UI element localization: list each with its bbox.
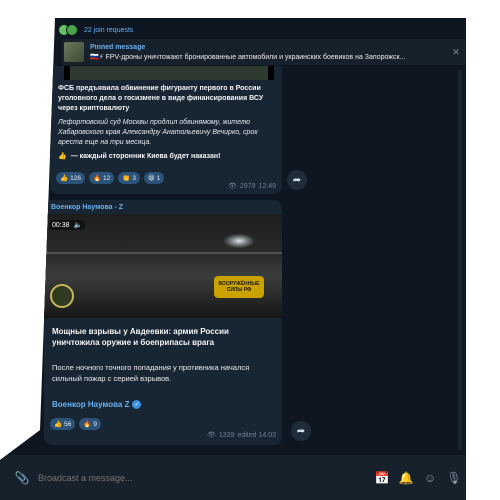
message-meta: 👁 1339 edited 14:03 — [206, 431, 276, 440]
join-requests-label: 22 join requests — [84, 26, 134, 34]
clap-icon: 👏 — [122, 175, 131, 182]
video-horizon — [44, 252, 282, 254]
message-italic-text: Лефортовский суд Москвы продлил обвинямо… — [58, 119, 258, 146]
schedule-icon[interactable]: 📅 — [370, 471, 394, 485]
reactions-bar: 👍 126 🔥 12 👏 3 😁 1 — [56, 172, 165, 184]
telegram-window: 22 join requests Pinned message 🇷🇺⚡ FPV-… — [0, 18, 466, 500]
reaction-thumbs-up[interactable]: 👍 126 — [56, 172, 85, 184]
close-icon[interactable]: ✕ — [446, 47, 466, 58]
speaker-icon[interactable]: 🔈 — [74, 221, 83, 229]
view-count: 1339 — [218, 431, 235, 439]
share-icon: ➦ — [296, 425, 306, 437]
message-body: После ночного точного попадания у против… — [52, 363, 250, 383]
reaction-grin[interactable]: 😁 1 — [144, 172, 165, 184]
thumbs-up-icon: 👍 — [58, 153, 67, 160]
message-input[interactable] — [38, 472, 370, 483]
pinned-text: 🇷🇺⚡ FPV-дроны уничтожают бронированные а… — [90, 53, 406, 61]
reaction-count: 56 — [64, 420, 72, 428]
message-image — [64, 66, 274, 80]
eye-icon: 👁 — [206, 432, 216, 439]
share-button[interactable]: ➦ — [287, 170, 307, 190]
message-cta: 👍 — каждый сторонник Киева будет наказан… — [58, 152, 221, 161]
armed-forces-logo: ВООРУЖЁННЫЕ СИЛЫ РФ — [214, 276, 264, 298]
message-signature[interactable]: Военкор Наумова Z ✓ — [52, 400, 142, 409]
microphone-icon[interactable]: 🎙 — [442, 471, 466, 485]
reactions-bar: 👍 56 🔥 9 — [50, 418, 102, 430]
grin-icon: 😁 — [148, 175, 155, 182]
signature-text: Военкор Наумова Z — [52, 400, 130, 409]
fire-icon: 🔥 — [92, 175, 102, 182]
message-bubble: Военкор Наумова - Z 00:38 🔈 ВООРУЖЁННЫЕ … — [44, 200, 282, 445]
video-player[interactable]: 00:38 🔈 ВООРУЖЁННЫЕ СИЛЫ РФ — [44, 214, 282, 318]
thumbs-up-icon: 👍 — [60, 175, 69, 182]
reaction-fire[interactable]: 🔥 12 — [88, 172, 115, 184]
message-time: 12:49 — [258, 182, 276, 190]
eye-icon: 👁 — [228, 183, 237, 190]
reaction-count: 1 — [156, 174, 161, 182]
bell-icon[interactable]: 🔔 — [394, 471, 418, 485]
message-bubble: ФСБ предъявила обвинение фигуранту перво… — [50, 66, 282, 194]
pinned-title: Pinned message — [90, 43, 146, 51]
reaction-count: 3 — [132, 174, 136, 182]
paperclip-icon[interactable]: 📎 — [12, 471, 32, 485]
emoji-icon[interactable]: ☺ — [418, 471, 442, 485]
join-requests-bar[interactable]: 22 join requests — [58, 22, 133, 38]
pinned-thumbnail — [64, 42, 84, 62]
pinned-message-bar[interactable]: Pinned message 🇷🇺⚡ FPV-дроны уничтожают … — [62, 39, 466, 65]
share-button[interactable]: ➦ — [291, 421, 311, 441]
explosion-glow — [224, 234, 254, 248]
scrollbar[interactable] — [458, 70, 462, 450]
message-meta: 👁 2979 12:49 — [228, 182, 276, 191]
video-duration: 00:38 🔈 — [49, 220, 86, 230]
message-edited-time: edited 14:03 — [237, 431, 276, 439]
fire-icon: 🔥 — [83, 421, 92, 428]
reaction-count: 9 — [93, 420, 98, 428]
message-bold-text: ФСБ предъявила обвинение фигуранту перво… — [58, 85, 264, 112]
view-count: 2979 — [239, 182, 256, 190]
message-composer: 📎 📅 🔔 ☺ 🎙 — [0, 455, 466, 500]
thumbs-up-icon: 👍 — [54, 421, 63, 428]
emblem-logo — [50, 284, 74, 308]
requester-avatars — [58, 24, 78, 36]
reaction-count: 126 — [70, 174, 81, 182]
reaction-count: 12 — [103, 174, 111, 182]
reaction-clap[interactable]: 👏 3 — [118, 172, 140, 184]
video-time: 00:38 — [52, 221, 70, 229]
share-icon: ➦ — [292, 174, 302, 186]
message-cta-text: — каждый сторонник Киева будет наказан! — [70, 152, 221, 160]
pinned-body: Pinned message 🇷🇺⚡ FPV-дроны уничтожают … — [90, 44, 446, 61]
reaction-thumbs-up[interactable]: 👍 56 — [50, 418, 76, 430]
channel-name[interactable]: Военкор Наумова - Z — [51, 204, 123, 211]
message-headline: Мощные взрывы у Авдеевки: армия России у… — [52, 327, 229, 347]
reaction-fire[interactable]: 🔥 9 — [79, 418, 102, 430]
verified-icon: ✓ — [132, 400, 142, 409]
